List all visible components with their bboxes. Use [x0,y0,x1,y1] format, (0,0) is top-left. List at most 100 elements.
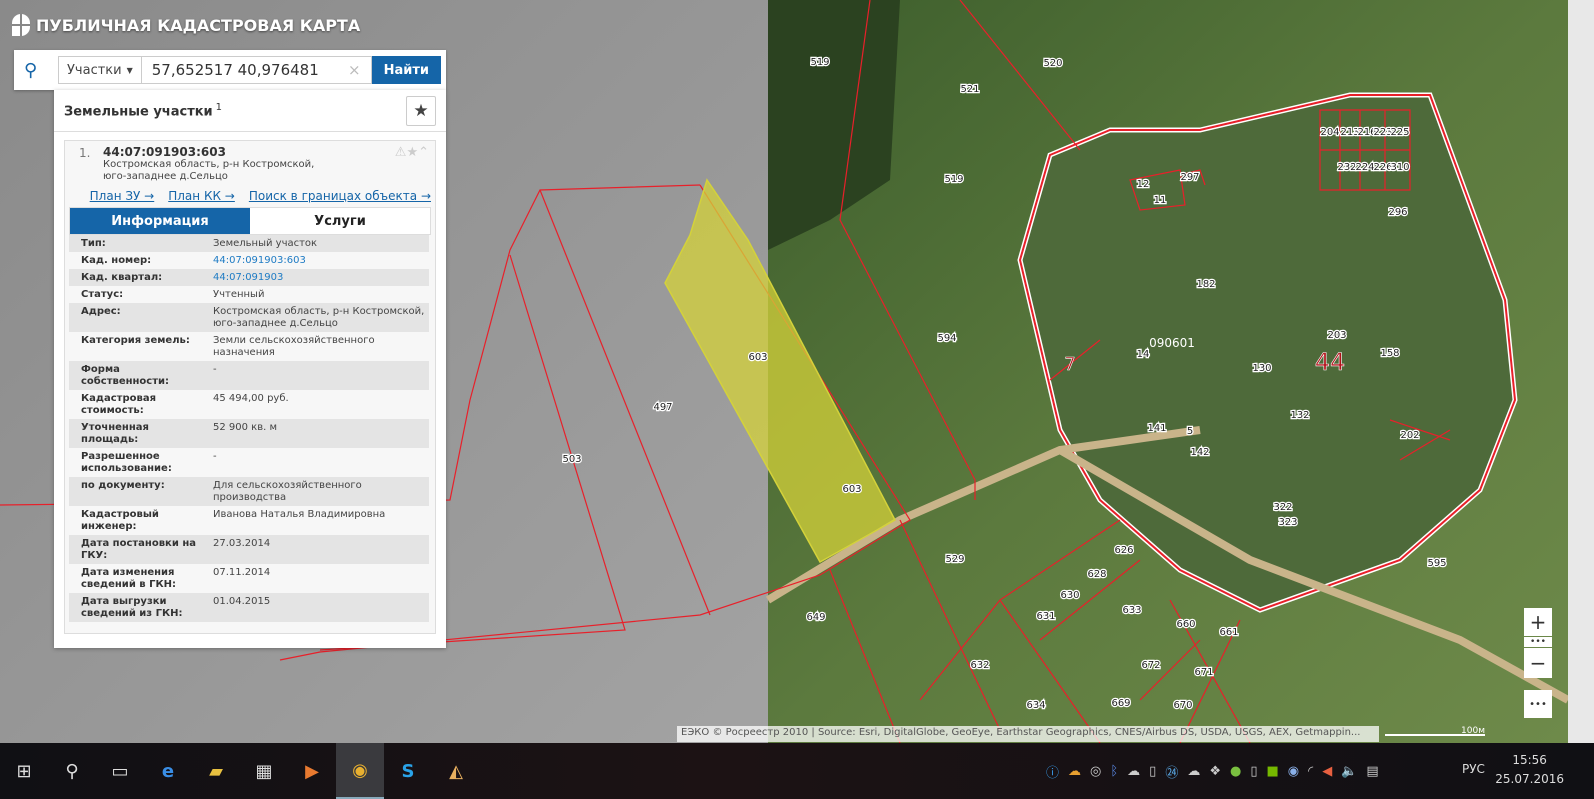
parcel-label[interactable]: 142 [1189,446,1211,460]
tab-info[interactable]: Информация [70,208,250,234]
parcel-label[interactable]: 44 [1314,348,1346,377]
more-tools-button[interactable]: ••• [1524,690,1552,718]
store-icon[interactable]: ▦ [240,743,288,799]
parcel-label[interactable]: 669 [1110,697,1132,711]
parcel-label[interactable]: 224 [1354,161,1376,175]
document-icon[interactable]: ▯ [1250,764,1257,779]
info-value[interactable]: 44:07:091903 [199,269,429,286]
parcel-label[interactable]: 519 [809,56,831,70]
parcel-label[interactable]: 232 [1336,161,1358,175]
result-cad-number[interactable]: 44:07:091903:603 [103,145,427,159]
parcel-label[interactable]: 603 [841,483,863,497]
parcel-label[interactable]: 660 [1175,618,1197,632]
parcel-label[interactable]: 225 [1389,126,1411,140]
parcel-label[interactable]: 633 [1121,604,1143,618]
eye-icon[interactable]: ◉ [1288,764,1299,779]
start-button[interactable]: ⊞ [0,743,48,799]
green-app-icon[interactable]: ● [1230,764,1241,779]
star-icon[interactable]: ★ [406,145,418,160]
volume-icon[interactable]: 🔈 [1341,764,1357,779]
nvidia-icon[interactable]: ■ [1267,764,1279,779]
zoom-out-button[interactable]: − [1524,648,1552,678]
warning-icon[interactable]: ⚠ [395,145,407,160]
onedrive-icon[interactable]: ☁ [1187,764,1200,779]
parcel-label[interactable]: 519 [943,173,965,187]
parcel-label[interactable]: 632 [969,659,991,673]
cloud-alert-tray-icon[interactable]: ☁ [1068,764,1081,779]
parcel-label[interactable]: 297 [1179,171,1201,185]
parcel-label[interactable]: 671 [1193,666,1215,680]
link-plan-kk[interactable]: План КК → [168,189,235,203]
search-icon[interactable]: ⚲ [24,60,58,81]
calendar-24-icon[interactable]: ㉔ [1165,762,1178,781]
clear-icon[interactable]: × [348,61,361,79]
parcel-label[interactable]: 630 [1059,589,1081,603]
favorites-star-button[interactable]: ★ [406,95,436,126]
parcel-label[interactable]: 130 [1251,362,1273,376]
parcel-label[interactable]: 322 [1272,501,1294,515]
parcel-label[interactable]: 323 [1277,516,1299,530]
parcel-label[interactable]: 182 [1195,278,1217,292]
parcel-label[interactable]: 626 [1113,544,1135,558]
parcel-label[interactable]: 202 [1399,429,1421,443]
notifications-icon[interactable]: ▤ [1366,764,1378,779]
link-search-in-bounds[interactable]: Поиск в границах объекта → [249,189,431,203]
parcel-label[interactable]: 661 [1218,626,1240,640]
info-tray-icon[interactable]: ⓘ [1046,762,1059,781]
collapse-chevron-icon[interactable]: ⌃ [418,145,429,160]
parcel-label[interactable]: 296 [1387,206,1409,220]
parcel-label[interactable]: 603 [747,351,769,365]
parcel-label[interactable]: 670 [1172,699,1194,713]
chrome-icon[interactable]: ◉ [336,743,384,799]
parcel-label[interactable]: 594 [936,332,958,346]
parcel-label[interactable]: 12 [1135,178,1150,192]
tab-services[interactable]: Услуги [250,208,430,234]
edge-icon[interactable]: e [144,743,192,799]
parcel-label[interactable]: 310 [1389,161,1411,175]
parcel-label[interactable]: 7 [1064,354,1076,376]
dropbox-icon[interactable]: ❖ [1209,764,1221,779]
parcel-label[interactable]: 595 [1426,557,1448,571]
file-explorer-icon[interactable]: ▰ [192,743,240,799]
parcel-label[interactable]: 520 [1042,57,1064,71]
search-input[interactable]: 57,652517 40,976481 × [141,56,372,84]
skype-icon[interactable]: S [384,743,432,799]
usb-icon[interactable]: ▯ [1149,764,1156,779]
language-indicator[interactable]: РУС [1462,762,1485,776]
parcel-label[interactable]: 203 [1326,329,1348,343]
clock[interactable]: 15:56 25.07.2016 [1495,751,1564,789]
parcel-label[interactable]: 204 [1319,126,1341,140]
task-view-icon[interactable]: ▭ [96,743,144,799]
parcel-label[interactable]: 529 [944,553,966,567]
find-button[interactable]: Найти [371,56,441,84]
parcel-label[interactable]: 497 [652,401,674,415]
link-plan-zu[interactable]: План ЗУ → [90,189,155,203]
parcel-label[interactable]: 672 [1140,659,1162,673]
parcel-label[interactable]: 628 [1086,568,1108,582]
search-taskbar-icon[interactable]: ⚲ [48,743,96,799]
parcel-label[interactable]: 158 [1379,347,1401,361]
parcel-label[interactable]: 11 [1152,194,1167,208]
media-tray-icon[interactable]: ◎ [1090,764,1101,779]
zoom-levels-icon[interactable]: ••• [1524,637,1552,647]
parcel-label[interactable]: 521 [959,83,981,97]
parcel-label[interactable]: 132 [1289,409,1311,423]
parcel-label[interactable]: 14 [1135,348,1150,362]
speaker-muted-icon[interactable]: ◀ [1322,764,1332,779]
bluetooth-icon[interactable]: ᛒ [1110,764,1118,779]
search-type-dropdown[interactable]: Участки ▼ [58,56,142,84]
parcel-label[interactable]: 5 [1186,425,1195,439]
parcel-label[interactable]: 141 [1146,422,1168,436]
parcel-label[interactable]: 649 [805,611,827,625]
app-icon[interactable]: ◭ [432,743,480,799]
parcel-label[interactable]: 631 [1035,610,1057,624]
media-player-icon[interactable]: ▶ [288,743,336,799]
network-sync-icon[interactable]: ☁ [1127,764,1140,779]
parcel-label[interactable]: 090601 [1149,336,1195,350]
parcel-label[interactable]: 634 [1025,699,1047,713]
parcel-label[interactable]: 503 [561,453,583,467]
info-value[interactable]: 44:07:091903:603 [199,252,429,269]
wifi-icon[interactable]: ◜ [1308,764,1313,779]
page-scrollbar[interactable] [1568,0,1594,743]
zoom-in-button[interactable]: + [1524,608,1552,636]
